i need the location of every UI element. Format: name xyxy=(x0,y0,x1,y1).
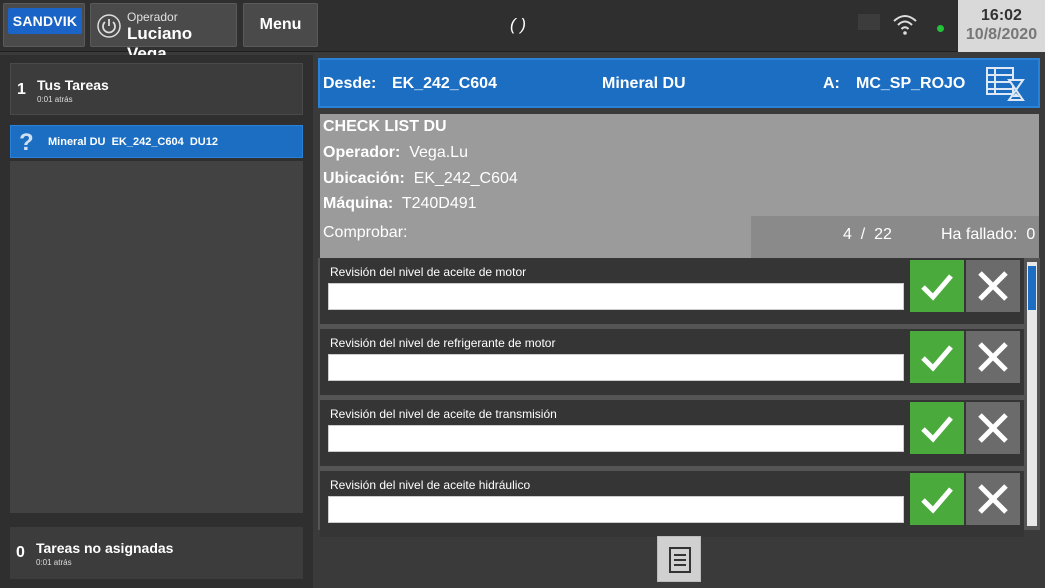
machine-field-value: T240D491 xyxy=(401,195,477,212)
unassigned-count: 0 xyxy=(16,544,25,561)
check-item-label: Revisión del nivel de aceite de motor xyxy=(330,265,527,279)
unassigned-tasks[interactable]: 0 Tareas no asignadas 0:01 atrás xyxy=(10,527,303,579)
task-item[interactable]: ? Mineral DU EK_242_C604 DU12 xyxy=(10,125,303,158)
checkmark-icon xyxy=(921,416,953,443)
close-icon xyxy=(978,271,1008,301)
power-icon xyxy=(97,14,121,38)
failed-count: Ha fallado: 0 xyxy=(941,226,1036,243)
check-item-comment-input[interactable] xyxy=(328,283,904,310)
check-item-comment-input[interactable] xyxy=(328,425,904,452)
task-list xyxy=(10,161,303,513)
task-item-label: Mineral DU EK_242_C604 DU12 xyxy=(48,136,218,148)
checklist-info: CHECK LIST DU Operador: Vega.Lu Ubicació… xyxy=(320,114,1039,261)
document-icon xyxy=(669,547,691,573)
checkmark-icon xyxy=(921,274,953,301)
material-label: Mineral DU xyxy=(602,75,686,92)
unassigned-title: Tareas no asignadas xyxy=(36,540,174,556)
check-item: Revisión del nivel de aceite de motor xyxy=(320,258,1024,324)
fail-button[interactable] xyxy=(966,260,1020,312)
location-row: Ubicación: EK_242_C604 xyxy=(323,170,518,188)
queue-timer-icon[interactable] xyxy=(985,66,1027,102)
clock-time: 16:02 xyxy=(981,7,1022,24)
fail-button[interactable] xyxy=(966,402,1020,454)
machine-field-label: Máquina: xyxy=(323,195,394,212)
location-field-value: EK_242_C604 xyxy=(413,170,518,187)
check-item-comment-input[interactable] xyxy=(328,496,904,523)
check-item-comment-input[interactable] xyxy=(328,354,904,381)
pass-button[interactable] xyxy=(910,402,964,454)
checklist-title: CHECK LIST DU xyxy=(323,118,447,135)
my-tasks-title: Tus Tareas xyxy=(37,77,109,93)
status-indicator xyxy=(858,14,880,30)
scrollbar[interactable] xyxy=(1027,262,1037,526)
check-item-label: Revisión del nivel de refrigerante de mo… xyxy=(330,336,556,350)
check-items-list: Revisión del nivel de aceite de motor Re… xyxy=(318,258,1040,537)
check-item: Revisión del nivel de aceite hidráulico xyxy=(320,471,1024,537)
operator-field-label: Operador: xyxy=(323,144,401,161)
route-bar: Desde: EK_242_C604 Mineral DU A: MC_SP_R… xyxy=(318,58,1040,108)
to-value: MC_SP_ROJO xyxy=(856,75,966,92)
fail-button[interactable] xyxy=(966,473,1020,525)
from-value: EK_242_C604 xyxy=(392,75,497,92)
my-tasks-count: 1 xyxy=(17,81,26,98)
my-tasks-header[interactable]: 1 Tus Tareas 0:01 atrás xyxy=(10,63,303,115)
checkmark-icon xyxy=(921,345,953,372)
check-label: Comprobar: xyxy=(323,224,408,241)
sandvik-logo: SANDVIK xyxy=(8,8,82,34)
fail-button[interactable] xyxy=(966,331,1020,383)
check-item-label: Revisión del nivel de aceite hidráulico xyxy=(330,478,531,492)
pass-button[interactable] xyxy=(910,331,964,383)
check-item: Revisión del nivel de refrigerante de mo… xyxy=(320,329,1024,395)
operator-field-value: Vega.Lu xyxy=(409,144,468,161)
checkmark-icon xyxy=(921,487,953,514)
top-bar: SANDVIK Operador Luciano Vega Menu ( ) 1… xyxy=(0,0,1045,63)
my-tasks-time: 0:01 atrás xyxy=(37,95,73,104)
operator-button[interactable]: Operador Luciano Vega xyxy=(90,3,237,63)
check-item: Revisión del nivel de aceite de transmis… xyxy=(320,400,1024,466)
center-status-text: ( ) xyxy=(510,15,527,34)
from-label: Desde: xyxy=(323,75,377,92)
machine-row: Máquina: T240D491 xyxy=(323,195,477,213)
close-icon xyxy=(978,413,1008,443)
location-field-label: Ubicación: xyxy=(323,170,405,187)
menu-button[interactable]: Menu xyxy=(243,3,318,47)
clock: 16:02 10/8/2020 xyxy=(958,0,1045,52)
operator-row: Operador: Vega.Lu xyxy=(323,144,468,162)
close-icon xyxy=(978,342,1008,372)
task-panel: 1 Tus Tareas 0:01 atrás ? Mineral DU EK_… xyxy=(0,55,313,588)
scrollbar-thumb[interactable] xyxy=(1028,266,1036,310)
to-label: A: xyxy=(823,75,840,92)
operator-label: Operador xyxy=(127,10,178,24)
clock-date: 10/8/2020 xyxy=(965,26,1038,43)
wifi-icon xyxy=(893,15,917,35)
pass-button[interactable] xyxy=(910,260,964,312)
close-icon xyxy=(978,484,1008,514)
question-icon: ? xyxy=(19,129,34,156)
document-button[interactable] xyxy=(657,536,701,582)
pass-button[interactable] xyxy=(910,473,964,525)
progress-box: 4 / 22 Ha fallado: 0 xyxy=(751,216,1039,261)
check-item-label: Revisión del nivel de aceite de transmis… xyxy=(330,407,557,421)
progress-count: 4 / 22 xyxy=(843,226,892,243)
connection-status-dot xyxy=(937,25,944,32)
unassigned-time: 0:01 atrás xyxy=(36,558,72,567)
logo-button[interactable]: SANDVIK xyxy=(3,3,85,47)
